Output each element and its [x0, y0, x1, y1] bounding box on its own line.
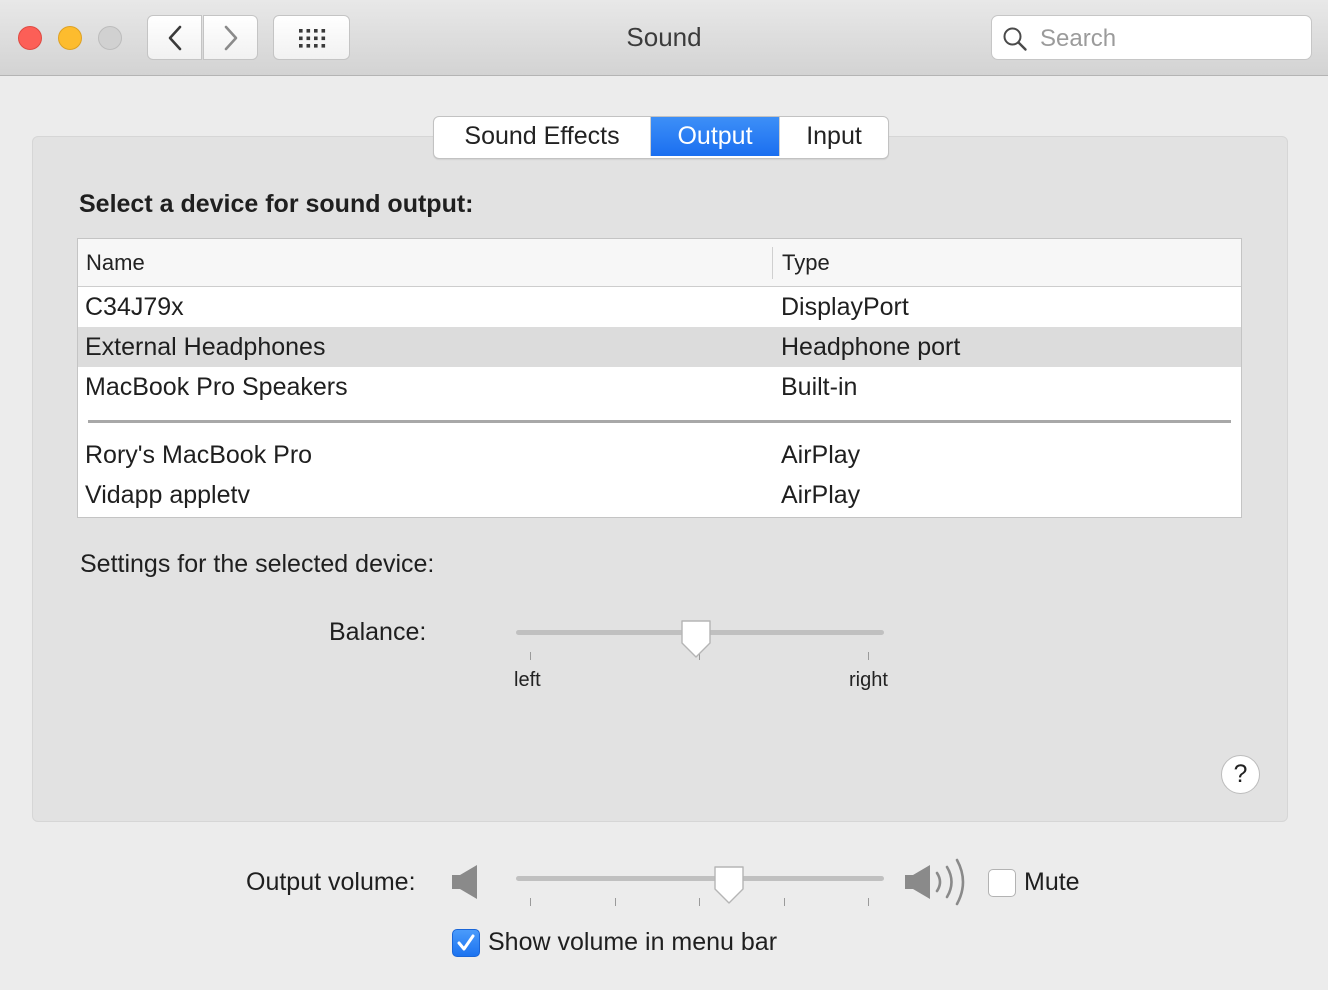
device-type: Built-in: [781, 373, 858, 401]
table-row[interactable]: MacBook Pro Speakers Built-in: [78, 367, 1241, 407]
device-type: AirPlay: [781, 441, 861, 469]
airplay-divider: [88, 420, 1231, 423]
search-field[interactable]: [991, 15, 1312, 60]
volume-tick: [615, 898, 616, 906]
device-name: Rory's MacBook Pro: [85, 441, 313, 469]
device-type: Headphone port: [781, 333, 961, 361]
mute-label: Mute: [1024, 868, 1080, 896]
device-name: C34J79x: [85, 293, 184, 321]
volume-tick: [699, 898, 700, 906]
tab-input[interactable]: Input: [780, 117, 888, 156]
search-input[interactable]: [1038, 22, 1302, 56]
settings-heading: Settings for the selected device:: [80, 550, 435, 578]
column-header-type[interactable]: Type: [782, 250, 830, 276]
table-row[interactable]: Rory's MacBook Pro AirPlay: [78, 435, 1241, 475]
tab-bar: Sound Effects Output Input: [433, 116, 889, 159]
device-type: AirPlay: [781, 481, 861, 509]
title-bar: Sound: [0, 0, 1328, 76]
table-row-selected[interactable]: External Headphones Headphone port: [78, 327, 1241, 367]
help-button[interactable]: ?: [1221, 755, 1260, 794]
checkmark-icon: [457, 934, 475, 951]
output-volume-label: Output volume:: [246, 868, 416, 896]
device-type: DisplayPort: [781, 293, 909, 321]
balance-tick-right: [868, 652, 869, 660]
column-separator: [772, 247, 773, 279]
balance-tick-left: [530, 652, 531, 660]
show-in-menu-bar-checkbox[interactable]: [452, 929, 480, 957]
table-row[interactable]: Vidapp appletv AirPlay: [78, 475, 1241, 515]
device-name: MacBook Pro Speakers: [85, 373, 348, 401]
search-icon: [1003, 27, 1027, 51]
output-device-heading: Select a device for sound output:: [79, 190, 474, 218]
speaker-low-icon: [452, 865, 477, 899]
balance-label: Balance:: [329, 618, 427, 646]
volume-tick: [868, 898, 869, 906]
device-name: Vidapp appletv: [85, 481, 250, 509]
volume-slider-knob[interactable]: [712, 865, 746, 907]
speaker-high-icon: [905, 858, 965, 906]
tab-output[interactable]: Output: [651, 117, 780, 156]
volume-slider-track[interactable]: [516, 876, 884, 881]
volume-tick: [530, 898, 531, 906]
volume-tick: [784, 898, 785, 906]
mute-checkbox[interactable]: [988, 869, 1016, 897]
table-header: Name Type: [78, 239, 1241, 287]
device-name: External Headphones: [85, 333, 326, 361]
balance-left-label: left: [514, 669, 541, 691]
tab-sound-effects[interactable]: Sound Effects: [434, 117, 651, 156]
output-device-table: Name Type C34J79x DisplayPort External H…: [77, 238, 1242, 518]
table-row[interactable]: C34J79x DisplayPort: [78, 287, 1241, 327]
show-in-menu-bar-label: Show volume in menu bar: [488, 928, 778, 956]
column-header-name[interactable]: Name: [86, 250, 145, 276]
balance-right-label: right: [849, 669, 888, 691]
balance-slider-knob[interactable]: [679, 619, 713, 661]
